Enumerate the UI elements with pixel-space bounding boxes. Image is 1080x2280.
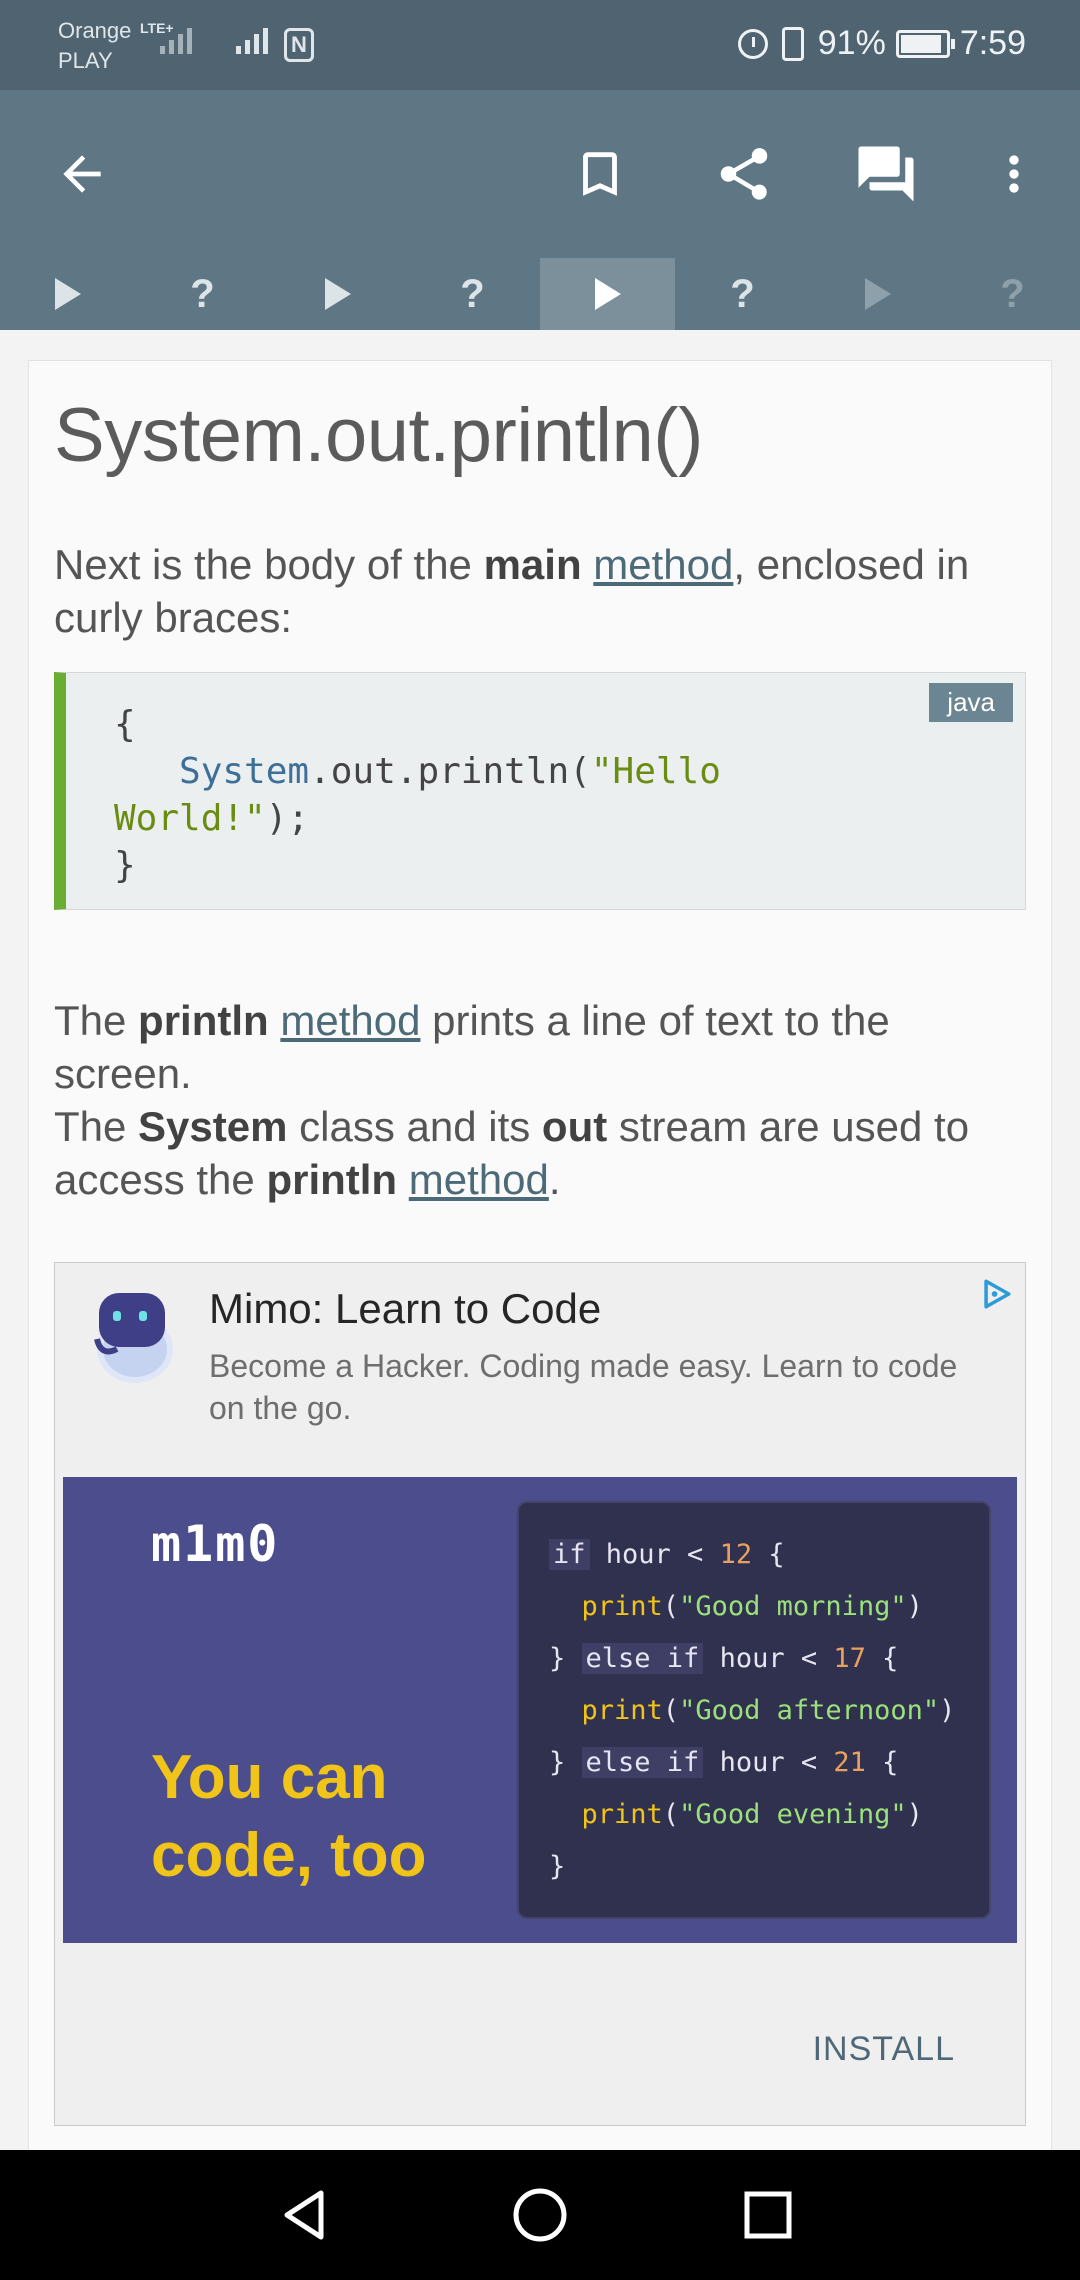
step-tab-lesson-3-active[interactable] bbox=[540, 258, 675, 330]
status-bar: Orange PLAY LTE+ N 91% 7:59 bbox=[0, 0, 1080, 90]
nav-recents-button[interactable] bbox=[733, 2180, 803, 2250]
step-tab-quiz-2[interactable]: ? bbox=[405, 258, 540, 330]
battery-percent: 91% bbox=[817, 24, 886, 62]
status-right: 91% 7:59 bbox=[737, 24, 1026, 63]
banner-tagline: You can code, too bbox=[151, 1743, 427, 1890]
play-icon bbox=[594, 278, 621, 310]
share-icon bbox=[720, 148, 768, 200]
bookmark-button[interactable] bbox=[550, 124, 650, 224]
code-block: { System.out.println("Hello World!"); } … bbox=[54, 672, 1026, 910]
comments-button[interactable] bbox=[836, 124, 936, 224]
nav-recents-icon bbox=[744, 2191, 792, 2239]
language-badge: java bbox=[929, 683, 1013, 722]
method-link[interactable]: method bbox=[409, 1156, 549, 1203]
mimo-robot-icon bbox=[94, 1293, 173, 1383]
step-tab-quiz-4-locked[interactable]: ? bbox=[945, 258, 1080, 330]
vibrate-icon bbox=[781, 26, 804, 61]
play-icon bbox=[864, 278, 891, 310]
alarm-icon bbox=[737, 28, 768, 59]
play-icon bbox=[54, 278, 81, 310]
lesson-paragraph-2: The println method prints a line of text… bbox=[54, 997, 970, 1203]
signal-icon bbox=[236, 28, 268, 54]
carrier-label: Orange PLAY bbox=[58, 18, 132, 73]
install-button[interactable]: INSTALL bbox=[813, 2030, 955, 2069]
play-icon bbox=[324, 278, 351, 310]
back-button[interactable] bbox=[32, 124, 132, 224]
ad-description: Become a Hacker. Coding made easy. Learn… bbox=[209, 1348, 958, 1426]
signal-icon bbox=[160, 28, 192, 54]
nfc-icon: N bbox=[284, 28, 314, 62]
banner-logo: m1m0 bbox=[151, 1515, 280, 1573]
step-tab-quiz-1[interactable]: ? bbox=[135, 258, 270, 330]
bookmark-icon bbox=[583, 152, 617, 196]
nav-back-icon bbox=[284, 2190, 324, 2240]
code-text: { System.out.println("Hello World!"); } bbox=[114, 704, 721, 886]
banner-code-snippet: if hour < 12 { print("Good morning") } e… bbox=[517, 1501, 991, 1919]
app-toolbar bbox=[0, 90, 1080, 258]
lesson-paragraph-1: Next is the body of the main method, enc… bbox=[54, 541, 970, 641]
adchoices-icon[interactable] bbox=[979, 1277, 1013, 1311]
comments-icon bbox=[858, 146, 914, 202]
nav-home-icon bbox=[513, 2188, 567, 2242]
share-button[interactable] bbox=[694, 124, 794, 224]
step-tab-lesson-4-locked[interactable] bbox=[810, 258, 945, 330]
system-nav-bar bbox=[0, 2150, 1080, 2280]
more-vert-icon bbox=[1009, 155, 1019, 193]
ad-banner-image[interactable]: m1m0 You can code, too if hour < 12 { pri… bbox=[63, 1477, 1017, 1943]
nav-back-button[interactable] bbox=[270, 2180, 340, 2250]
more-options-button[interactable] bbox=[964, 124, 1064, 224]
clock: 7:59 bbox=[959, 24, 1026, 62]
back-arrow-icon bbox=[63, 155, 101, 193]
method-link[interactable]: method bbox=[593, 541, 733, 588]
method-link[interactable]: method bbox=[280, 997, 420, 1044]
ad-title[interactable]: Mimo: Learn to Code bbox=[209, 1285, 601, 1333]
step-tab-lesson-2[interactable] bbox=[270, 258, 405, 330]
step-tab-quiz-3[interactable]: ? bbox=[675, 258, 810, 330]
nav-home-button[interactable] bbox=[505, 2180, 575, 2250]
native-ad[interactable]: Mimo: Learn to Code Become a Hacker. Cod… bbox=[54, 1262, 1026, 2126]
battery-icon bbox=[895, 29, 955, 58]
lesson-title: System.out.println() bbox=[54, 393, 703, 478]
lesson-step-tabs: ? ? ? ? bbox=[0, 258, 1080, 330]
step-tab-lesson-1[interactable] bbox=[0, 258, 135, 330]
